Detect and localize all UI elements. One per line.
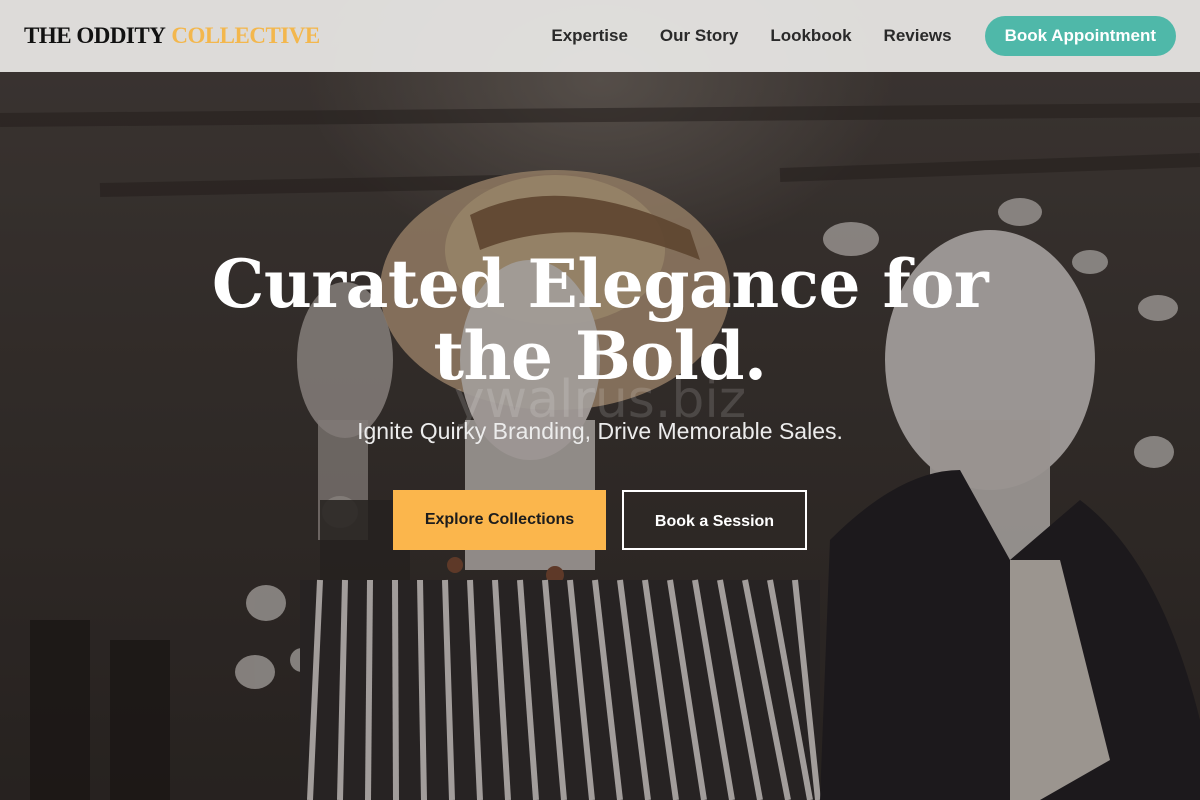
brand-name-accent: COLLECTIVE [171,23,320,48]
hero-title: Curated Elegance for the Bold. [211,245,989,395]
brand-name-primary: THE ODDITY [24,23,166,48]
nav-link-lookbook[interactable]: Lookbook [770,26,851,46]
nav-link-reviews[interactable]: Reviews [884,26,952,46]
nav-link-our-story[interactable]: Our Story [660,26,738,46]
book-appointment-button[interactable]: Book Appointment [984,16,1176,56]
explore-collections-button[interactable]: Explore Collections [393,490,606,550]
hero-subtitle: Ignite Quirky Branding, Drive Memorable … [357,418,843,444]
main-nav: Expertise Our Story Lookbook Reviews Boo… [519,16,1176,56]
site-header: THE ODDITY COLLECTIVE Expertise Our Stor… [0,0,1200,72]
brand-logo[interactable]: THE ODDITY COLLECTIVE [24,23,320,49]
book-session-button[interactable]: Book a Session [622,490,807,550]
nav-link-expertise[interactable]: Expertise [551,26,628,46]
